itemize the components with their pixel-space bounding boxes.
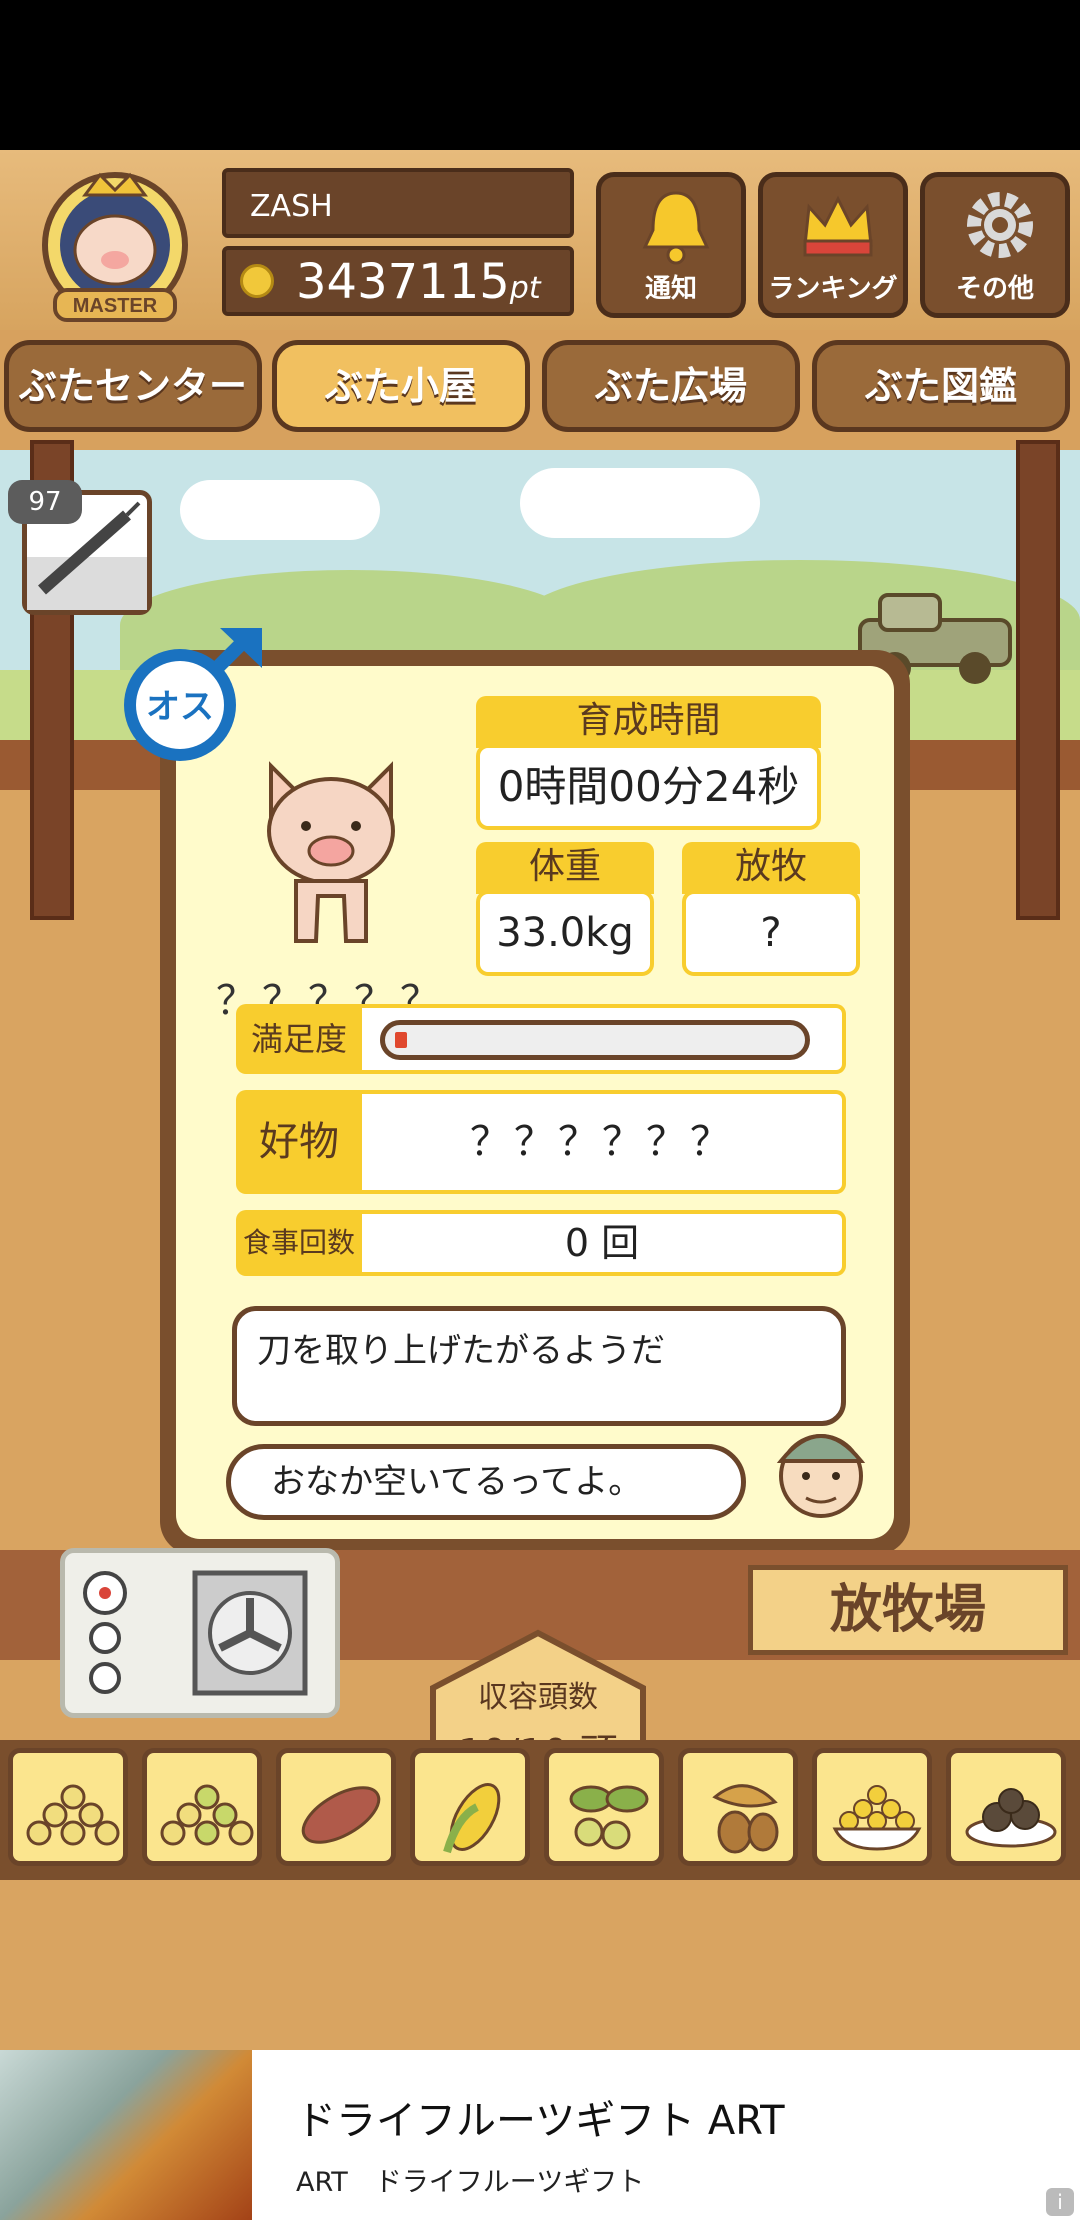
ranking-label: ランキング bbox=[768, 274, 898, 304]
notification-label: 通知 bbox=[644, 274, 697, 304]
truffle-plate-icon bbox=[965, 1788, 1057, 1848]
food-slot-corn[interactable] bbox=[410, 1748, 530, 1866]
meals-value: 0 回 bbox=[362, 1210, 846, 1276]
tab-buta-goya[interactable]: ぶた小屋 bbox=[272, 340, 530, 432]
gear-icon bbox=[967, 192, 1033, 258]
meals-label: 食事回数 bbox=[236, 1210, 362, 1276]
points-display: 3437115pt bbox=[222, 246, 574, 316]
tab-buta-center[interactable]: ぶたセンター bbox=[4, 340, 262, 432]
fan-control-icon bbox=[83, 1570, 308, 1696]
food-slot-mixed-feed[interactable] bbox=[142, 1748, 262, 1866]
pig-detail-panel: ？？？？？ 育成時間 0時間00分24秒 体重 33.0kg 放牧 ? 満足度 … bbox=[176, 666, 894, 1539]
tab-buta-hiroba[interactable]: ぶた広場 bbox=[542, 340, 800, 432]
acorn-icon bbox=[712, 1784, 779, 1854]
fence-post bbox=[1016, 440, 1060, 920]
food-slot-acorn[interactable] bbox=[678, 1748, 798, 1866]
crown-icon bbox=[803, 195, 873, 257]
satisfaction-bar bbox=[380, 1020, 810, 1060]
food-slot-sweet-potato[interactable] bbox=[276, 1748, 396, 1866]
favorite-value: ？？？？？？ bbox=[362, 1090, 846, 1194]
ad-image[interactable] bbox=[0, 2050, 252, 2220]
pig-message: 刀を取り上げたがるようだ bbox=[257, 1331, 665, 1371]
farmer-comment-bubble: おなか空いてるってよ。 bbox=[226, 1444, 746, 1520]
grazing-label: 放牧 bbox=[682, 842, 860, 894]
food-slot-truffle-plate[interactable] bbox=[946, 1748, 1066, 1866]
game-scene: MASTER ZASH 3437115pt 通知 ランキング その他 ぶたセンタ… bbox=[0, 150, 1080, 2050]
satisfaction-meter bbox=[362, 1004, 846, 1074]
ad-title[interactable]: ドライフルーツギフト ART bbox=[296, 2088, 785, 2146]
raising-time-value: 0時間00分24秒 bbox=[476, 744, 821, 830]
favorite-label: 好物 bbox=[236, 1090, 362, 1194]
food-slot-feed-pile[interactable] bbox=[8, 1748, 128, 1866]
ad-banner[interactable]: ドライフルーツギフト ART ART ドライフルーツギフト i bbox=[0, 2050, 1080, 2220]
master-badge-icon[interactable]: MASTER bbox=[30, 160, 200, 325]
header-bar: MASTER ZASH 3437115pt 通知 ランキング その他 bbox=[0, 150, 1080, 330]
ventilation-control[interactable] bbox=[60, 1548, 340, 1718]
cloud bbox=[520, 468, 760, 538]
pasture-sign[interactable]: 放牧場 bbox=[748, 1565, 1068, 1655]
other-label: その他 bbox=[955, 274, 1034, 304]
notification-button[interactable]: 通知 bbox=[596, 172, 746, 318]
vegetables-icon bbox=[569, 1785, 649, 1850]
main-tabs: ぶたセンター ぶた小屋 ぶた広場 ぶた図鑑 bbox=[0, 340, 1080, 440]
syringe-count: 97 bbox=[8, 480, 82, 524]
food-slot-grain-bowl[interactable] bbox=[812, 1748, 932, 1866]
mixed-feed-icon bbox=[160, 1784, 254, 1846]
badge-text: MASTER bbox=[73, 295, 158, 317]
grazing-value: ? bbox=[682, 890, 860, 976]
player-name: ZASH bbox=[222, 168, 574, 238]
points-value: 3437115 bbox=[296, 254, 510, 310]
ad-info-icon[interactable]: i bbox=[1046, 2188, 1074, 2216]
farmer-icon bbox=[776, 1434, 866, 1518]
pig-detail-card: ？？？？？ 育成時間 0時間00分24秒 体重 33.0kg 放牧 ? 満足度 … bbox=[160, 650, 910, 1555]
cloud bbox=[180, 480, 380, 540]
male-gender-icon: オス bbox=[124, 628, 262, 761]
tab-buta-zukan[interactable]: ぶた図鑑 bbox=[812, 340, 1070, 432]
pig-message-bubble: 刀を取り上げたがるようだ bbox=[232, 1306, 846, 1426]
weight-value: 33.0kg bbox=[476, 890, 654, 976]
corn-icon bbox=[443, 1783, 501, 1854]
weight-label: 体重 bbox=[476, 842, 654, 894]
other-button[interactable]: その他 bbox=[920, 172, 1070, 318]
satisfaction-bar-fill bbox=[395, 1032, 407, 1048]
grain-bowl-icon bbox=[832, 1785, 922, 1851]
ad-subtitle[interactable]: ART ドライフルーツギフト bbox=[296, 2160, 644, 2199]
farmer-comment: おなか空いてるってよ。 bbox=[271, 1462, 643, 1502]
capacity-label: 収容頭数 bbox=[478, 1680, 598, 1715]
feed-pile-icon bbox=[26, 1784, 120, 1846]
pig-illustration-icon bbox=[267, 761, 395, 943]
raising-time-label: 育成時間 bbox=[476, 696, 821, 748]
coin-icon bbox=[240, 264, 274, 298]
food-slot-vegetables[interactable] bbox=[544, 1748, 664, 1866]
satisfaction-label: 満足度 bbox=[236, 1004, 362, 1074]
gender-label: オス bbox=[146, 687, 214, 727]
points-unit: pt bbox=[509, 271, 541, 306]
ranking-button[interactable]: ランキング bbox=[758, 172, 908, 318]
bell-icon bbox=[642, 191, 710, 265]
sweet-potato-icon bbox=[301, 1786, 381, 1844]
